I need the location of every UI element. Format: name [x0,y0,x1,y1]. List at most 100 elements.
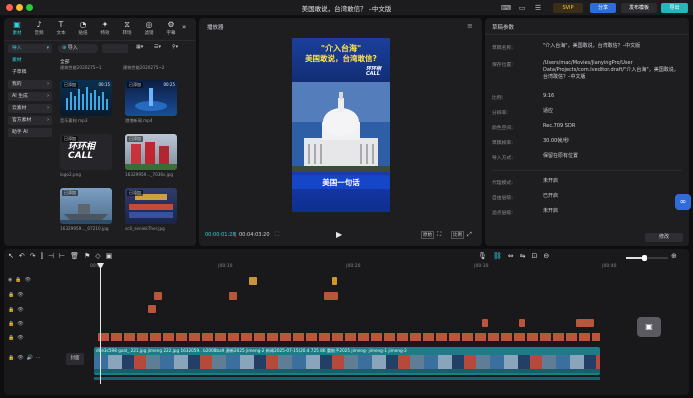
assistant-icon[interactable]: ∞ [675,194,691,210]
zoom-slider-thumb[interactable] [642,255,647,261]
link-icon[interactable]: ⛓ [493,252,508,260]
lock-icon[interactable]: 🔒 [8,355,17,361]
undo-icon[interactable]: ↶ [19,252,30,260]
cover-button[interactable]: 封面 [66,353,84,365]
preview-axis-icon[interactable]: ⇋ [520,252,532,260]
image-icon[interactable]: ▣ [637,317,661,337]
nav-official[interactable]: 官方素材 › [8,116,52,125]
tool-audio[interactable]: ♪ 音频 [28,20,50,36]
nav-cloud[interactable]: 云素材 › [8,104,52,113]
media-item-meeting[interactable]: 已添加 [125,188,177,224]
select-tool-icon[interactable]: ↖ [8,252,19,260]
grid-view-icon[interactable]: ▦▾ [136,44,143,50]
nav-subdraft[interactable]: 子草稿 [8,68,52,77]
clip-text[interactable] [576,319,594,327]
visibility-icon[interactable]: 👁 [17,355,26,361]
edit-button[interactable]: 修改 [645,233,683,242]
clip-sticker[interactable] [332,277,337,285]
publish-template-label: 发布模板 [628,5,649,11]
tool-material[interactable]: ▣ 素材 [6,20,28,36]
main-video-track[interactable]: d0e3c598 goal_ 221.jpg jimeng 222.jpg 16… [94,347,600,375]
clip-text[interactable] [482,319,488,327]
tool-sticker[interactable]: ◔ 贴纸 [72,20,94,36]
media-item-news[interactable]: 已添加 00:25 [125,80,177,116]
keyboard-icon[interactable]: ⌨ [500,3,512,13]
filter-list-icon[interactable]: ⚲▾ [172,44,178,50]
ratio-button[interactable]: 比例 [451,231,464,239]
media-item-ship[interactable]: 已添加 [60,188,112,224]
clip-text[interactable] [519,319,525,327]
nav-mine[interactable]: 我的 › [8,80,52,89]
fullscreen-icon[interactable]: ⤢ [467,231,472,239]
nav-material[interactable]: 素材 [8,56,52,65]
zoom-in-icon[interactable]: ⊕ [671,252,677,260]
clip-sticker[interactable] [249,277,257,285]
tool-filter[interactable]: ◎ 滤镜 [138,20,160,36]
visibility-icon[interactable]: 👁 [25,277,34,283]
time-ruler[interactable]: 00:00 |00:10 |00:20 |00:30 |00:40 [90,264,685,272]
visibility-icon[interactable]: 👁 [17,321,26,327]
nav-import[interactable]: 导入 ▾ [8,44,52,53]
lock-icon[interactable]: 🔒 [15,277,24,283]
visibility-icon[interactable]: 👁 [17,307,26,313]
zoom-slider[interactable] [626,255,668,261]
export-button[interactable]: 导出 [661,3,688,13]
media-item-photo[interactable]: 已添加 [125,134,177,170]
sort-icon[interactable]: ☰▾ [154,44,161,50]
redo-icon[interactable]: ↷ [30,252,41,260]
tool-effects-label: 特效 [100,31,110,36]
visibility-icon[interactable]: 👁 [17,292,26,298]
original-button[interactable]: 原始 [421,231,434,239]
menu-icon[interactable]: ≡ [467,22,473,30]
svip-badge[interactable]: SVIP [553,3,583,13]
tool-effects[interactable]: ✦ 特效 [94,20,116,36]
clip-text[interactable] [148,305,156,313]
fit-icon[interactable]: ⛶ [275,231,279,239]
delete-icon[interactable]: 🗑 [70,252,84,260]
chevron-right-icon: › [47,118,49,123]
subtitle-track[interactable] [98,333,600,341]
freeze-icon[interactable]: ◇ [95,252,105,260]
audio-mute-icon[interactable]: 🔊 [27,355,36,361]
more-tools-icon[interactable]: » [182,23,186,31]
crop-icon[interactable]: ⛶ [437,231,441,239]
marker-icon[interactable]: ⚑ [84,252,95,260]
tool-text[interactable]: T 文本 [50,20,72,36]
more-icon[interactable]: ⋯ [36,355,44,361]
tool-transition[interactable]: ⧖ 转场 [116,20,138,36]
clip-text[interactable] [229,292,237,300]
view-toggle[interactable] [102,44,128,53]
split-right-icon[interactable]: ⊢ [59,252,70,260]
split-icon[interactable]: ⫿ [41,252,48,260]
clip-text[interactable] [154,292,162,300]
microphone-icon[interactable]: 🎙 [478,252,493,260]
ai-icon[interactable]: ▣ [106,252,118,260]
play-button[interactable]: ▶ [336,230,342,239]
menu-icon[interactable]: ☰ [532,3,544,13]
layout-icon[interactable]: ▭ [516,3,528,13]
zoom-fit-icon[interactable]: ⊡ [532,252,544,260]
lock-icon[interactable]: 🔒 [8,321,17,327]
lock-icon[interactable]: 🔒 [8,292,17,298]
media-item-logo[interactable]: 环环相 CALL 已添加 [60,134,112,170]
media-item-audio[interactable]: 已添加 00:15 [60,80,112,116]
zoom-out-icon[interactable]: ⊖ [543,252,555,260]
snap-icon[interactable]: ⇔ [508,252,520,260]
playhead[interactable] [100,264,101,384]
import-button[interactable]: ⊕ 导入 [58,44,98,53]
audio-waveform [94,369,600,373]
share-button[interactable]: 分享 [590,3,616,13]
lock-icon[interactable]: 🔒 [8,335,17,341]
tool-adjust[interactable]: ⚙ 字幕 [160,20,182,36]
lock-icon[interactable]: 🔒 [8,307,17,313]
nav-ai-gen[interactable]: AI 生成 › [8,92,52,101]
video-preview[interactable]: "介入台海" 美国敢说，台湾敢信? 环环相 CALL 美国一句话 [292,38,390,212]
color-space-label: 颜色空间: [492,126,513,131]
visibility-icon[interactable]: 👁 [17,335,26,341]
publish-template-button[interactable]: 发布模板 [621,3,657,13]
tool-material-label: 素材 [12,31,22,36]
clip-text[interactable] [324,292,338,300]
draft-name-value: "介入台海"，美国敢说，台湾敢信？–中文版 [543,43,641,49]
nav-team[interactable]: 助手 AI [8,128,52,137]
split-left-icon[interactable]: ⊣ [48,252,59,260]
